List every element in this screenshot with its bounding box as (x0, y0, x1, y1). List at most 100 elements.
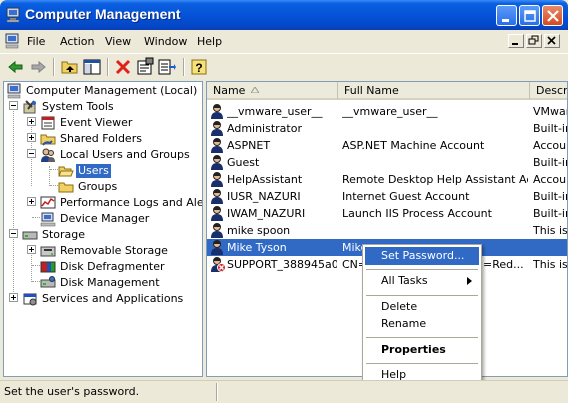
forward-arrow-icon[interactable] (28, 57, 48, 77)
table-row[interactable]: __vmware_user__ __vmware_user__ VMwar (207, 103, 567, 120)
menu-file[interactable]: File (27, 35, 45, 48)
user-icon (211, 104, 223, 119)
minimize-icon (512, 43, 518, 45)
tree-item-label: Shared Folders (60, 132, 142, 145)
toolbar-separator (183, 58, 185, 76)
cell-full-name: Internet Guest Account (342, 190, 470, 203)
minimize-button[interactable] (496, 5, 517, 26)
users-groups-icon (41, 148, 55, 162)
menu-item-properties[interactable]: Properties (365, 341, 479, 359)
tree-item-label: Storage (42, 228, 86, 241)
tree-item-label: Disk Management (60, 276, 160, 289)
disabled-user-icon (211, 257, 226, 272)
user-icon (211, 155, 223, 170)
expand-event-viewer[interactable] (27, 117, 36, 126)
collapse-local-users[interactable] (27, 149, 36, 158)
performance-logs-icon (40, 196, 56, 209)
column-header-name[interactable]: Name (207, 82, 338, 100)
table-row[interactable]: ASPNET ASP.NET Machine Account Accoun (207, 137, 567, 154)
computer-management-icon (7, 83, 21, 99)
expand-services-applications[interactable] (9, 293, 18, 302)
menu-separator (366, 337, 478, 338)
tree-item-label: Computer Management (Local) (26, 84, 198, 97)
child-restore-button[interactable] (526, 34, 542, 48)
menu-item-rename[interactable]: Rename (365, 315, 479, 333)
expand-removable-storage[interactable] (27, 245, 36, 254)
tree-item-label: System Tools (42, 100, 114, 113)
tree-connector (50, 185, 58, 186)
expand-performance-logs[interactable] (27, 197, 36, 206)
toolbar-separator (107, 58, 109, 76)
restore-icon (528, 35, 539, 45)
back-arrow-icon[interactable] (6, 57, 26, 77)
table-row[interactable]: IWAM_NAZURI Launch IIS Process Account Bui… (207, 205, 567, 222)
cell-description: Built-in (533, 190, 567, 203)
column-header-description[interactable]: Descri (530, 82, 567, 100)
help-icon[interactable]: ? (189, 57, 209, 77)
tree-item-label: Performance Logs and Alerts (60, 196, 203, 209)
tree-item-label: Event Viewer (60, 116, 133, 129)
status-text: Set the user's password. (4, 385, 140, 398)
menu-view[interactable]: View (105, 35, 131, 48)
collapse-storage[interactable] (9, 229, 18, 238)
maximize-button[interactable] (519, 5, 540, 26)
status-separator (216, 383, 218, 401)
window-title: Computer Management (25, 6, 181, 22)
tree-item-label: Disk Defragmenter (60, 260, 165, 273)
event-viewer-icon (41, 116, 55, 130)
collapse-system-tools[interactable] (9, 101, 18, 110)
menu-bar: File Action View Window Help (0, 30, 568, 52)
menu-window[interactable]: Window (144, 35, 187, 48)
console-tree[interactable]: Computer Management (Local) System Tools… (3, 81, 203, 377)
cell-full-name-tail: =Red... (483, 258, 524, 271)
cell-name: SUPPORT_388945a0 (227, 258, 337, 271)
computer-management-icon (6, 7, 20, 23)
menu-item-delete[interactable]: Delete (365, 298, 479, 316)
maximize-icon (524, 10, 536, 22)
user-icon (211, 240, 223, 255)
cell-name: IUSR_NAZURI (227, 190, 301, 203)
toolbar-separator (53, 58, 55, 76)
menu-separator (366, 269, 478, 270)
minimize-icon (502, 19, 509, 22)
system-menu-icon[interactable] (4, 33, 20, 49)
table-row[interactable]: Guest Built-in (207, 154, 567, 171)
cell-description: This is (533, 258, 568, 271)
tree-item-label: Groups (78, 180, 118, 193)
user-icon (211, 189, 223, 204)
menu-help[interactable]: Help (197, 35, 222, 48)
export-list-icon[interactable] (157, 57, 177, 77)
close-button[interactable] (542, 5, 563, 26)
user-icon (211, 172, 223, 187)
cell-name: IWAM_NAZURI (227, 207, 306, 220)
table-row[interactable]: HelpAssistant Remote Desktop Help Assista… (207, 171, 567, 188)
column-header-full-name[interactable]: Full Name (338, 82, 530, 100)
up-folder-icon[interactable] (60, 57, 80, 77)
context-menu: Set Password... All Tasks Delete Rename … (362, 244, 482, 386)
disk-defragmenter-icon (40, 261, 56, 273)
user-icon (211, 223, 223, 238)
cell-description: Built-in (533, 207, 567, 220)
user-icon (211, 138, 223, 153)
cell-full-name: Launch IIS Process Account (342, 207, 492, 220)
properties-icon[interactable] (135, 57, 155, 77)
show-hide-tree-icon[interactable] (82, 57, 102, 77)
cell-description: This is (533, 224, 568, 237)
menu-separator (366, 295, 478, 296)
menu-action[interactable]: Action (60, 35, 94, 48)
table-row[interactable]: Administrator Built-in (207, 120, 567, 137)
child-minimize-button[interactable] (508, 34, 524, 48)
tree-connector (13, 102, 14, 302)
table-row[interactable]: IUSR_NAZURI Internet Guest Account Built-i… (207, 188, 567, 205)
close-icon (547, 36, 556, 45)
close-icon (547, 10, 559, 22)
table-row[interactable]: mike spoon This is (207, 222, 568, 239)
menu-item-set-password[interactable]: Set Password... (365, 247, 479, 265)
expand-shared-folders[interactable] (27, 133, 36, 142)
submenu-arrow-icon (467, 277, 472, 285)
child-close-button[interactable] (544, 34, 560, 48)
title-bar[interactable]: Computer Management (0, 0, 568, 30)
menu-item-all-tasks[interactable]: All Tasks (365, 272, 479, 290)
delete-icon[interactable] (113, 57, 133, 77)
tree-item-label: Services and Applications (42, 292, 184, 305)
